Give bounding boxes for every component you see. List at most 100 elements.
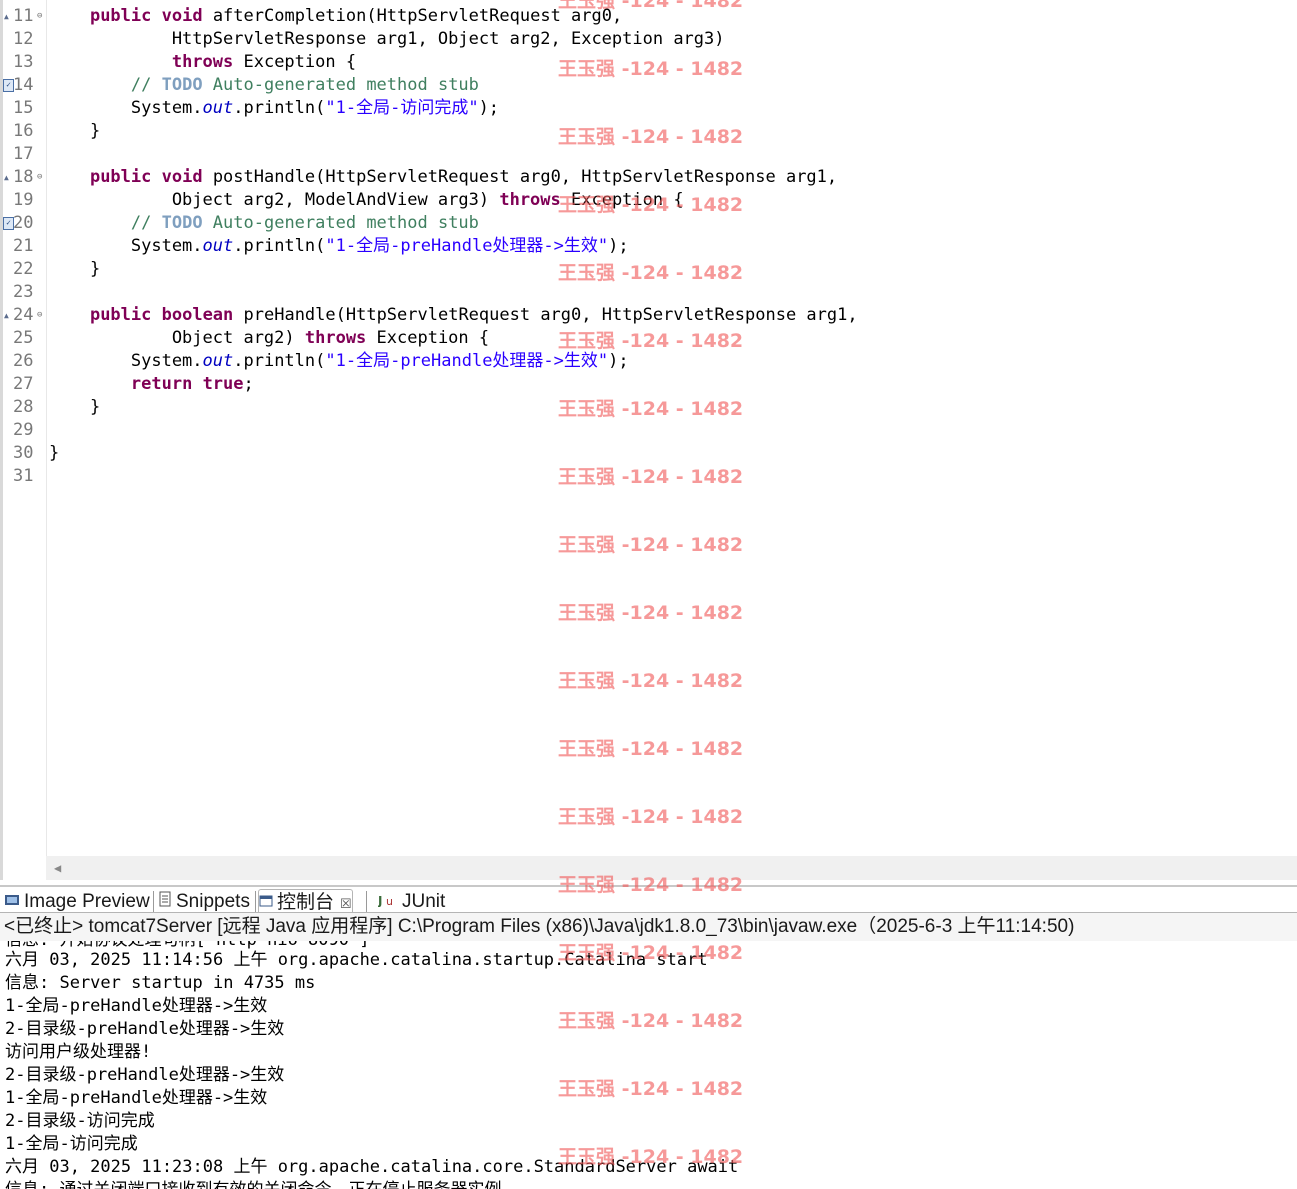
code-token: void bbox=[161, 167, 203, 187]
override-marker-icon: ▲ bbox=[4, 311, 9, 320]
code-line[interactable]: System.out.println("1-全局-访问完成"); bbox=[49, 97, 499, 120]
code-token: boolean bbox=[161, 305, 234, 325]
console-line: 六月 03, 2025 11:14:56 上午 org.apache.catal… bbox=[5, 950, 708, 970]
console-output[interactable]: 信息: 开始协议处理句柄["http-nio-8090"]六月 03, 2025… bbox=[0, 941, 1297, 1189]
code-token: System. bbox=[49, 236, 203, 256]
line-number-label: 24 bbox=[13, 305, 34, 325]
svg-text:J: J bbox=[378, 894, 382, 907]
code-token: ); bbox=[478, 98, 500, 118]
line-number-23: 23 bbox=[0, 281, 46, 304]
code-token: HttpServletResponse arg1, Object arg2, E… bbox=[49, 29, 725, 49]
code-token: } bbox=[49, 259, 101, 279]
tab-separator bbox=[366, 891, 367, 913]
line-number-18: ▲ 18 ⊖ bbox=[0, 166, 46, 189]
line-number-label: 20 bbox=[13, 213, 34, 233]
code-token: preHandle(HttpServletRequest arg0, HttpS… bbox=[233, 305, 858, 325]
code-line[interactable]: // TODO Auto-generated method stub bbox=[49, 74, 479, 97]
console-line: 2-目录级-访问完成 bbox=[5, 1111, 155, 1131]
code-token: Auto-generated method stub bbox=[202, 213, 479, 233]
code-token: // bbox=[130, 213, 162, 233]
code-token: "1-全局-preHandle处理器->生效" bbox=[325, 351, 609, 371]
code-token: Exception { bbox=[366, 328, 490, 348]
code-line[interactable]: public boolean preHandle(HttpServletRequ… bbox=[49, 304, 858, 327]
line-number-12: 12 bbox=[0, 28, 46, 51]
line-number-11: ▲ 11 ⊖ bbox=[0, 5, 46, 28]
code-token: Auto-generated method stub bbox=[202, 75, 479, 95]
line-number-label: 31 bbox=[13, 466, 34, 486]
code-token: .println( bbox=[233, 98, 326, 118]
bottom-panel-tabbar: Image Preview Snippets 控制台 ☒ Ju JUnit bbox=[0, 885, 1297, 916]
tab-label: 控制台 bbox=[277, 892, 335, 914]
fold-toggle-icon[interactable]: ⊖ bbox=[37, 12, 42, 21]
code-token: Exception { bbox=[233, 52, 357, 72]
code-token: ; bbox=[243, 374, 254, 394]
line-number-gutter: ▲ 11 ⊖ 12 13 ✓ 14 15 16 17 ▲ 18 ⊖ 19 ✓ 20 21 22 23 ▲ 24 ⊖ 25 26… bbox=[0, 0, 47, 856]
override-marker-icon: ▲ bbox=[4, 12, 9, 21]
code-editor[interactable]: ▲ 11 ⊖ 12 13 ✓ 14 15 16 17 ▲ 18 ⊖ 19 ✓ 20 21 22 23 ▲ 24 ⊖ 25 26… bbox=[0, 0, 1297, 856]
code-line[interactable]: return true; bbox=[49, 373, 254, 396]
code-line[interactable]: // TODO Auto-generated method stub bbox=[49, 212, 479, 235]
code-token: } bbox=[49, 397, 101, 417]
line-number-label: 25 bbox=[13, 328, 34, 348]
line-number-29: 29 bbox=[0, 419, 46, 442]
line-number-13: 13 bbox=[0, 51, 46, 74]
code-line[interactable]: throws Exception { bbox=[49, 51, 356, 74]
code-token: public bbox=[89, 167, 152, 187]
line-number-label: 17 bbox=[13, 144, 34, 164]
fold-toggle-icon[interactable]: ⊖ bbox=[37, 173, 42, 182]
code-token: "1-全局-preHandle处理器->生效" bbox=[325, 236, 609, 256]
console-line: 1-全局-preHandle处理器->生效 bbox=[5, 996, 268, 1016]
code-token: // bbox=[130, 75, 162, 95]
line-number-label: 28 bbox=[13, 397, 34, 417]
code-token: afterCompletion(HttpServletRequest arg0, bbox=[202, 6, 623, 26]
code-token: out bbox=[202, 236, 234, 256]
code-token: Exception { bbox=[560, 190, 684, 210]
line-number-15: 15 bbox=[0, 97, 46, 120]
code-line[interactable]: HttpServletResponse arg1, Object arg2, E… bbox=[49, 28, 725, 51]
code-token: Object arg2, ModelAndView arg3) bbox=[49, 190, 500, 210]
line-number-label: 16 bbox=[13, 121, 34, 141]
code-line[interactable]: Object arg2, ModelAndView arg3) throws E… bbox=[49, 189, 684, 212]
code-token: out bbox=[202, 98, 234, 118]
code-token: System. bbox=[49, 98, 203, 118]
code-line[interactable]: } bbox=[49, 120, 100, 143]
fold-toggle-icon[interactable]: ⊖ bbox=[37, 311, 42, 320]
code-token: ); bbox=[608, 351, 629, 371]
svg-text:u: u bbox=[386, 895, 393, 907]
line-number-label: 19 bbox=[13, 190, 34, 210]
code-line[interactable]: public void postHandle(HttpServletReques… bbox=[49, 166, 837, 189]
line-number-label: 21 bbox=[13, 236, 34, 256]
tab-label: JUnit bbox=[402, 891, 446, 913]
code-line[interactable]: public void afterCompletion(HttpServletR… bbox=[49, 5, 622, 28]
tab-label: Snippets bbox=[176, 891, 250, 913]
code-token: .println( bbox=[233, 236, 326, 256]
code-token: ); bbox=[608, 236, 629, 256]
code-line[interactable]: System.out.println("1-全局-preHandle处理器->生… bbox=[49, 235, 629, 258]
code-line[interactable]: } bbox=[49, 442, 59, 465]
code-token: true bbox=[202, 374, 244, 394]
close-tab-icon[interactable]: ☒ bbox=[340, 896, 352, 911]
override-marker-icon: ▲ bbox=[4, 173, 9, 182]
line-number-label: 22 bbox=[13, 259, 34, 279]
scroll-left-arrow-icon[interactable]: ◀ bbox=[54, 861, 61, 875]
line-number-label: 13 bbox=[13, 52, 34, 72]
code-line[interactable]: Object arg2) throws Exception { bbox=[49, 327, 489, 350]
console-title: <已终止> tomcat7Server [远程 Java 应用程序] C:\Pr… bbox=[0, 913, 1297, 942]
line-number-30: 30 bbox=[0, 442, 46, 465]
code-line[interactable]: } bbox=[49, 258, 100, 281]
code-token: return bbox=[130, 374, 193, 394]
line-number-26: 26 bbox=[0, 350, 46, 373]
code-line[interactable]: System.out.println("1-全局-preHandle处理器->生… bbox=[49, 350, 629, 373]
code-token: TODO bbox=[161, 75, 203, 95]
horizontal-scrollbar[interactable]: ◀ bbox=[46, 856, 1297, 880]
line-number-label: 29 bbox=[13, 420, 34, 440]
line-number-label: 30 bbox=[13, 443, 34, 463]
console-line: 访问用户级处理器! bbox=[5, 1042, 152, 1062]
code-line[interactable]: } bbox=[49, 396, 100, 419]
code-token: public bbox=[89, 6, 152, 26]
